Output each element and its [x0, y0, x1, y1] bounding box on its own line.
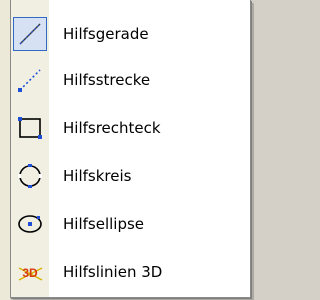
ellipse-icon [18, 215, 42, 233]
icon-slot [11, 108, 49, 148]
menu-item-hilfslinien-3d[interactable]: 3D Hilfslinien 3D [11, 252, 250, 292]
icon-slot [11, 60, 49, 100]
menu-item-label: Hilfsellipse [63, 215, 145, 233]
menu-item-hilfsellipse[interactable]: Hilfsellipse [11, 204, 250, 244]
background-strip [0, 0, 10, 300]
menu-border [10, 297, 251, 298]
menu-item-hilfsstrecke[interactable]: Hilfsstrecke [11, 60, 250, 100]
icon-slot [11, 14, 49, 54]
menu-item-label: Hilfsgerade [63, 25, 149, 43]
dashed-segment-icon [18, 69, 41, 92]
menu-item-label: Hilfsstrecke [63, 71, 151, 89]
menu-item-hilfskreis[interactable]: Hilfskreis [11, 156, 250, 196]
icon-slot: 3D [11, 252, 49, 292]
selected-icon-frame [13, 17, 47, 51]
menu-item-label: Hilfskreis [63, 167, 132, 185]
3d-lines-icon: 3D [18, 266, 43, 281]
icon-slot [11, 156, 49, 196]
menu-border [250, 0, 251, 298]
menu-item-label: Hilfslinien 3D [63, 263, 163, 281]
rectangle-icon [18, 117, 42, 139]
3d-icon-text: 3D [22, 266, 38, 280]
dotted-circle-icon [18, 164, 42, 188]
menu-item-hilfsgerade[interactable]: Hilfsgerade [11, 14, 250, 54]
menu-item-hilfsrechteck[interactable]: Hilfsrechteck [11, 108, 250, 148]
icon-slot [11, 204, 49, 244]
diagonal-line-icon [19, 23, 41, 45]
menu-item-label: Hilfsrechteck [63, 119, 161, 137]
